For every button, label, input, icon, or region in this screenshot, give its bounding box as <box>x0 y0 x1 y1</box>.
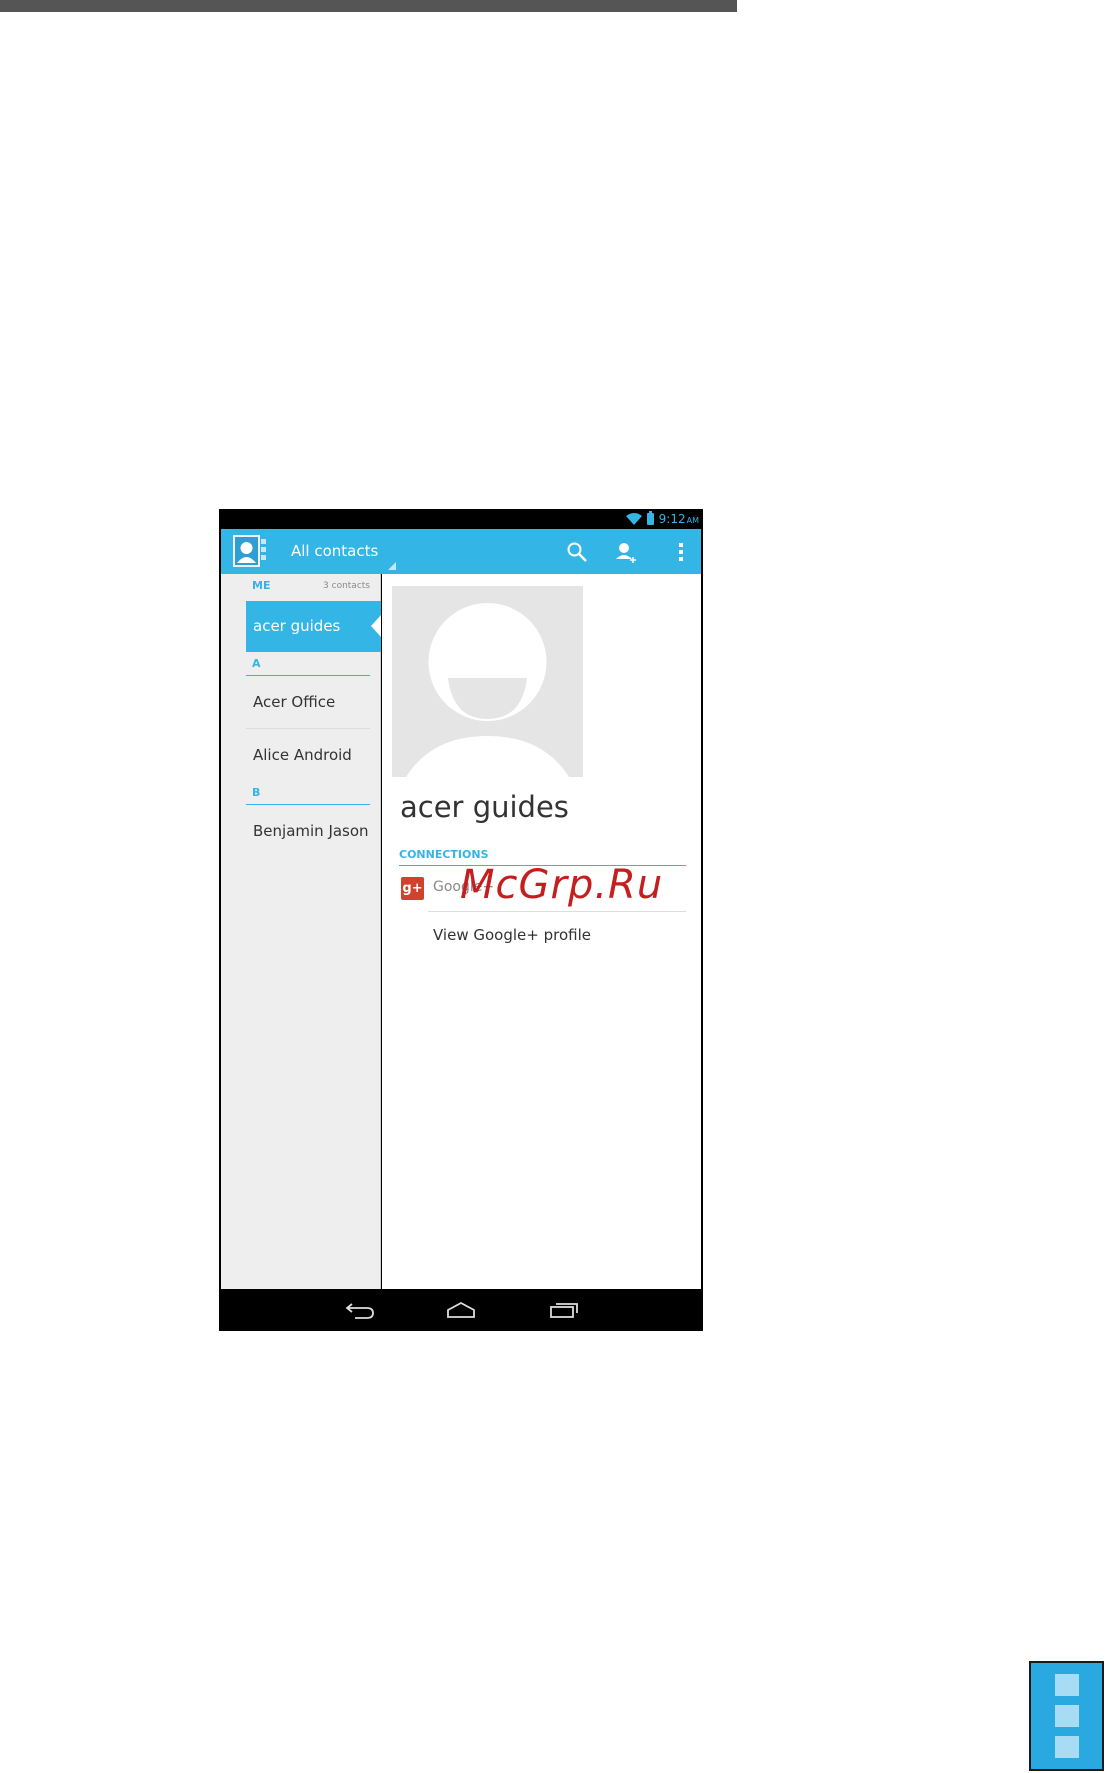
list-item[interactable]: Acer Office <box>246 676 370 728</box>
recent-apps-button[interactable] <box>544 1298 584 1322</box>
contact-photo-placeholder[interactable] <box>392 586 583 777</box>
back-button[interactable] <box>340 1298 380 1322</box>
add-contact-icon <box>616 543 636 563</box>
selection-indicator <box>371 615 381 637</box>
battery-icon <box>646 511 654 525</box>
contact-detail-name: acer guides <box>400 790 569 824</box>
contact-name: acer guides <box>253 617 341 635</box>
contact-list-pane[interactable]: ME 3 contacts acer guides A Acer Office … <box>221 574 381 1289</box>
search-icon <box>567 542 587 562</box>
overflow-menu-icon <box>679 543 683 561</box>
status-time: 9:12AM <box>658 512 699 526</box>
view-google-plus-profile-link[interactable]: View Google+ profile <box>433 926 591 944</box>
corner-square <box>1054 1674 1079 1696</box>
section-letter: A <box>252 657 261 670</box>
home-icon <box>447 1301 475 1318</box>
dropdown-indicator-icon <box>388 562 396 570</box>
page-corner-icon <box>1029 1661 1104 1771</box>
home-button[interactable] <box>441 1298 481 1322</box>
section-header-b: B <box>246 781 370 805</box>
list-item[interactable]: Benjamin Jason <box>246 805 370 857</box>
list-item[interactable]: Alice Android <box>246 729 370 781</box>
wifi-icon <box>625 513 642 525</box>
page-top-bar <box>0 0 737 12</box>
navigation-bar <box>219 1289 703 1331</box>
back-icon <box>345 1303 374 1319</box>
google-plus-icon: g+ <box>401 877 424 900</box>
contact-detail-pane: acer guides CONNECTIONS g+ Google+ View … <box>382 574 701 1289</box>
overflow-menu-button[interactable] <box>666 537 696 567</box>
tablet-screenshot: 9:12AM All contacts ME 3 contacts acer g… <box>219 509 703 1331</box>
status-bar: 9:12AM <box>219 509 703 529</box>
section-header-a: A <box>246 652 370 676</box>
action-bar: All contacts <box>221 529 701 574</box>
section-header-me: ME 3 contacts <box>246 574 370 598</box>
contact-count: 3 contacts <box>323 581 370 591</box>
corner-square <box>1054 1736 1079 1758</box>
corner-square <box>1054 1705 1079 1727</box>
connection-divider <box>428 911 686 912</box>
contacts-app-icon[interactable] <box>233 535 267 567</box>
recent-apps-icon <box>550 1303 578 1318</box>
section-letter: ME <box>252 579 271 592</box>
add-contact-button[interactable] <box>611 537 641 567</box>
status-ampm: AM <box>686 516 699 525</box>
contacts-filter-dropdown[interactable]: All contacts <box>291 542 378 560</box>
list-item-selected[interactable]: acer guides <box>246 601 381 652</box>
watermark: McGrp.Ru <box>460 862 664 908</box>
section-letter: B <box>252 786 261 799</box>
search-button[interactable] <box>562 537 592 567</box>
